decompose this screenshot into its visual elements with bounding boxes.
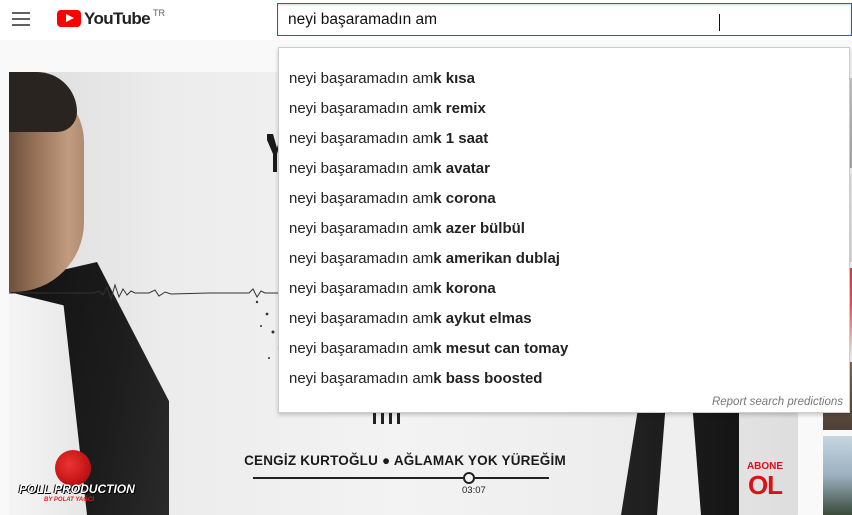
suggestion-prefix: neyi başaramadın am	[289, 190, 434, 207]
suggestion-item[interactable]: neyi başaramadın amk bass boosted	[279, 364, 849, 394]
suggestion-prefix: neyi başaramadın am	[289, 340, 434, 357]
suggestion-prefix: neyi başaramadın am	[289, 220, 434, 237]
suggestion-completion: k azer bülbül	[433, 220, 525, 237]
suggestion-item[interactable]: neyi başaramadın amk amerikan dublaj	[279, 244, 849, 274]
suggestion-prefix: neyi başaramadın am	[289, 280, 434, 297]
suggestion-prefix: neyi başaramadın am	[289, 130, 434, 147]
suggestion-prefix: neyi başaramadın am	[289, 70, 434, 87]
suggestion-completion: k 1 saat	[433, 130, 489, 147]
suggestion-item[interactable]: neyi başaramadın amk azer bülbül	[279, 214, 849, 244]
subscribe-watermark: ABONE OL	[741, 462, 789, 500]
text-caret	[719, 14, 720, 31]
menu-icon[interactable]	[12, 12, 30, 26]
channel-logo-icon	[55, 450, 91, 486]
youtube-play-icon	[57, 10, 81, 27]
suggestion-prefix: neyi başaramadın am	[289, 370, 434, 387]
suggestion-completion: k korona	[433, 280, 496, 297]
channel-logo-sub: BY POLAT YAĞCI	[44, 497, 94, 503]
search-input[interactable]	[288, 4, 843, 35]
search-box[interactable]	[277, 3, 852, 36]
suggestion-completion: k avatar	[433, 160, 490, 177]
suggestion-completion: k remix	[433, 100, 486, 117]
report-search-predictions-link[interactable]: Report search predictions	[712, 396, 843, 408]
suggestion-prefix: neyi başaramadın am	[289, 250, 434, 267]
suggestion-item[interactable]: neyi başaramadın amk kısa	[279, 64, 849, 94]
channel-logo-text: POLL PRODUCTION	[19, 482, 135, 496]
suggestion-completion: k amerikan dublaj	[433, 250, 560, 267]
suggestion-completion: k aykut elmas	[433, 310, 532, 327]
suggestion-completion: k kısa	[433, 70, 475, 87]
suggestion-item[interactable]: neyi başaramadın amk 1 saat	[279, 124, 849, 154]
country-code: TR	[153, 8, 165, 18]
masthead: YouTube TR	[0, 0, 852, 40]
suggestion-prefix: neyi başaramadın am	[289, 160, 434, 177]
timeline-time: 03:07	[462, 485, 486, 496]
suggestion-prefix: neyi başaramadın am	[289, 100, 434, 117]
channel-watermark: POLL PRODUCTION BY POLAT YAĞCI	[19, 450, 135, 510]
suggestion-item[interactable]: neyi başaramadın amk remix	[279, 94, 849, 124]
video-timeline[interactable]	[253, 477, 549, 479]
youtube-logo[interactable]: YouTube TR	[57, 8, 165, 30]
suggestion-item[interactable]: neyi başaramadın amk aykut elmas	[279, 304, 849, 334]
suggestion-completion: k mesut can tomay	[433, 340, 569, 357]
suggestion-completion: k corona	[433, 190, 496, 207]
suggestion-item[interactable]: neyi başaramadın amk corona	[279, 184, 849, 214]
logo-text: YouTube	[84, 9, 151, 28]
timeline-knob[interactable]	[463, 472, 476, 484]
suggestion-completion: k bass boosted	[433, 370, 543, 387]
suggestion-item[interactable]: neyi başaramadın amk avatar	[279, 154, 849, 184]
related-video-thumbnail[interactable]	[823, 436, 852, 515]
youtube-page: YouTube TR neyi başaramadın am CENGİZ KU…	[0, 0, 852, 515]
subscribe-bottom-text: OL	[747, 470, 783, 500]
suggestion-list: neyi başaramadın amk kısa neyi başaramadı…	[279, 64, 849, 394]
audio-waveform	[9, 283, 284, 301]
suggestion-item[interactable]: neyi başaramadın amk mesut can tomay	[279, 334, 849, 364]
search-suggestions-dropdown: neyi başaramadın amk kısa neyi başaramadı…	[278, 47, 850, 413]
video-overlay-title: CENGİZ KURTOĞLU ● AĞLAMAK YOK YÜREĞİM	[244, 453, 566, 468]
suggestion-item[interactable]: neyi başaramadın amk korona	[279, 274, 849, 304]
suggestion-prefix: neyi başaramadın am	[289, 310, 434, 327]
